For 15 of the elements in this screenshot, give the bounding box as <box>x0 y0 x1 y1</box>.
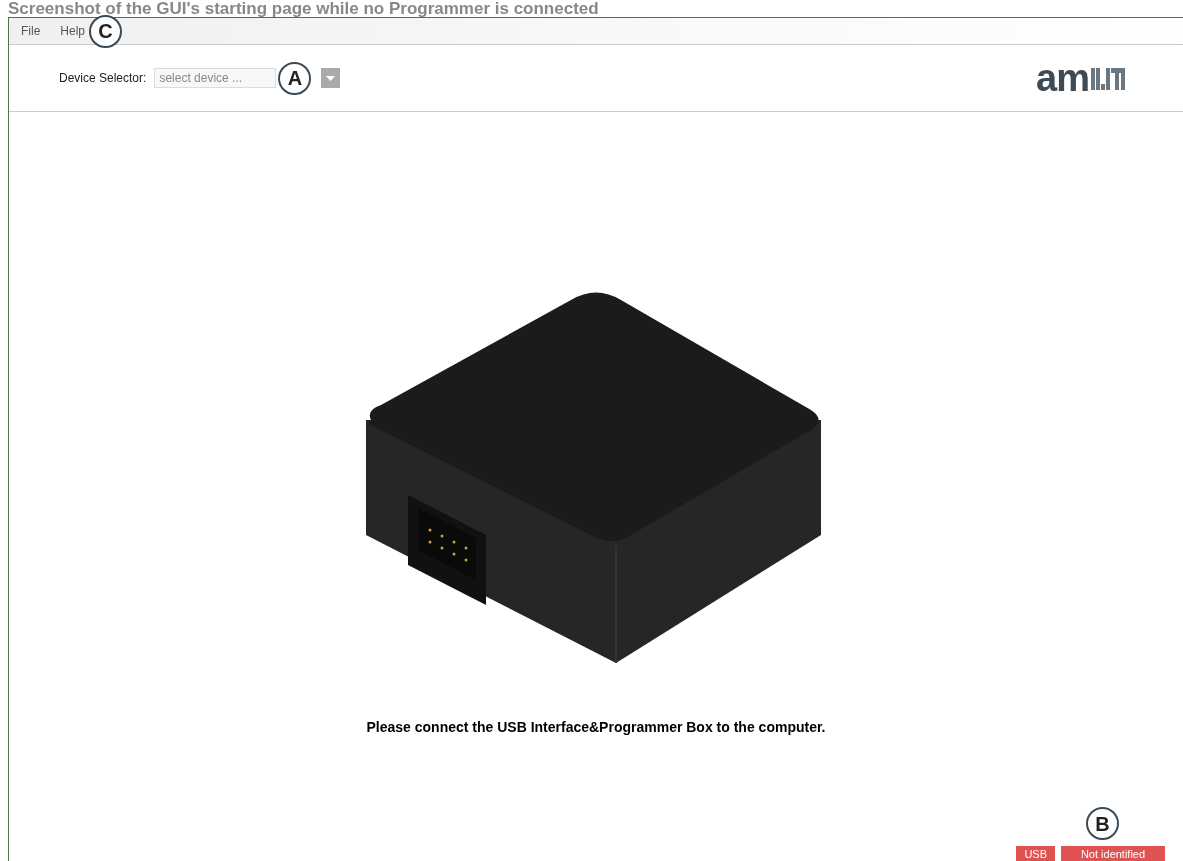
dropdown-button[interactable] <box>321 68 341 88</box>
status-badge: Not identified <box>1061 846 1165 861</box>
callout-marker: A <box>278 61 312 95</box>
callout-marker: C <box>89 14 123 48</box>
logo-mark-icon <box>1091 66 1125 90</box>
menu-item[interactable]: Help <box>60 22 86 40</box>
connect-message: Please connect the USB Interface&Programmer Box to the computer. <box>366 718 826 737</box>
figure-caption: Screenshot of the GUI's starting page while no Programmer is connected <box>8 0 599 17</box>
device-select-field[interactable]: select device ... <box>154 68 277 88</box>
device-selector-label: Device Selector: <box>59 70 147 87</box>
caret-icon <box>326 75 336 81</box>
logo: am <box>1036 59 1125 97</box>
status-badge: USB <box>1016 846 1055 861</box>
menu-item[interactable]: File <box>21 22 41 40</box>
callout-marker: B <box>1086 807 1119 840</box>
